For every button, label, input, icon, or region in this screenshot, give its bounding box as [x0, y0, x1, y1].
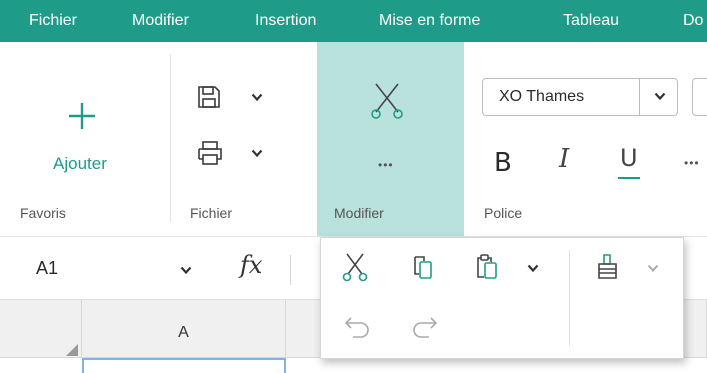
group-divider — [170, 54, 171, 222]
group-label-favoris: Favoris — [20, 205, 66, 221]
popup-paste-button[interactable] — [471, 250, 551, 284]
cut-button[interactable] — [360, 80, 420, 122]
popup-cut-button[interactable] — [339, 250, 373, 284]
menu-fichier[interactable]: Fichier — [29, 12, 77, 30]
popup-divider — [569, 250, 570, 346]
group-label-modifier: Modifier — [334, 205, 384, 221]
underline-button[interactable]: U — [620, 144, 638, 172]
add-label: Ajouter — [53, 154, 107, 173]
column-header-a[interactable]: A — [82, 300, 286, 358]
edit-popup-menu — [320, 237, 684, 359]
chevron-down-icon — [654, 92, 666, 101]
chevron-down-icon[interactable] — [180, 266, 192, 275]
font-name-value: XO Thames — [499, 88, 585, 105]
print-icon — [198, 141, 222, 165]
selected-cell-a1[interactable] — [82, 358, 286, 373]
group-label-fichier: Fichier — [190, 205, 233, 221]
menu-modifier[interactable]: Modifier — [132, 12, 189, 30]
menu-mise-en-forme[interactable]: Mise en forme — [379, 12, 480, 30]
font-size-select[interactable] — [692, 78, 707, 116]
save-button[interactable] — [196, 82, 276, 114]
cell-reference-box[interactable]: A1 — [36, 258, 58, 279]
menu-donnees[interactable]: Do — [683, 12, 703, 30]
menu-insertion[interactable]: Insertion — [255, 12, 316, 30]
paste-icon — [477, 254, 497, 279]
undo-icon — [344, 317, 369, 338]
italic-button[interactable]: I — [559, 144, 569, 174]
menu-bar: Fichier Modifier Insertion Mise en forme… — [0, 0, 707, 42]
font-dropdown-toggle[interactable] — [639, 78, 679, 116]
redo-icon — [413, 317, 438, 338]
group-label-police: Police — [484, 205, 523, 221]
police-more-button[interactable]: ••• — [684, 156, 700, 170]
chevron-down-icon — [251, 149, 263, 158]
modifier-more-button[interactable]: ••• — [378, 158, 394, 172]
font-family-select[interactable]: XO Thames — [482, 78, 678, 116]
popup-undo-button[interactable] — [341, 310, 375, 344]
popup-format-painter-button[interactable] — [591, 250, 671, 284]
chevron-down-icon — [647, 264, 659, 272]
formula-divider — [290, 255, 291, 285]
scissors-icon — [371, 83, 403, 119]
corner-triangle-icon — [66, 344, 78, 356]
function-button[interactable]: fx — [240, 251, 262, 279]
save-icon — [198, 86, 220, 108]
plus-icon — [69, 103, 95, 129]
select-all-corner[interactable] — [0, 300, 82, 358]
scissors-icon — [342, 253, 368, 282]
menu-tableau[interactable]: Tableau — [563, 12, 619, 30]
underline-color-bar — [618, 177, 640, 179]
popup-copy-button[interactable] — [407, 250, 441, 284]
bold-button[interactable]: B — [494, 148, 512, 178]
popup-redo-button[interactable] — [407, 310, 441, 344]
chevron-down-icon — [251, 93, 263, 102]
format-painter-icon — [598, 254, 617, 279]
column-header-label: A — [178, 324, 189, 341]
chevron-down-icon — [527, 264, 539, 273]
print-button[interactable] — [196, 138, 276, 170]
ribbon: Ajouter Favoris Fichier ••• Modifier XO … — [0, 42, 707, 236]
copy-icon — [414, 256, 432, 279]
